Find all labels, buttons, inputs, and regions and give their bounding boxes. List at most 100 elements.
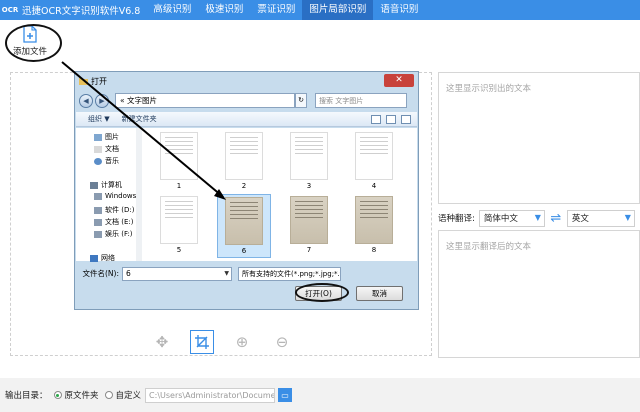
nav-item-windows[interactable]: Windows — [94, 192, 136, 200]
app-title: 迅捷OCR文字识别软件V6.8 — [22, 6, 141, 17]
refresh-icon[interactable]: ↻ — [295, 93, 307, 108]
output-path-input[interactable]: C:\Users\Administrator\Documents — [145, 387, 276, 403]
nav-item-drive-f[interactable]: 娱乐 (F:) — [94, 229, 133, 239]
nav-label: Windows — [105, 192, 137, 200]
nav-item-drive-d[interactable]: 软件 (D:) — [94, 205, 134, 215]
translated-text-pane[interactable]: 这里显示翻译后的文本 — [438, 230, 640, 358]
source-language-value: 简体中文 — [483, 214, 518, 224]
tab-voice[interactable]: 语音识别 — [373, 0, 425, 20]
nav-label: 网络 — [101, 254, 115, 262]
nav-label: 计算机 — [101, 181, 122, 189]
highlight-circle-open-button — [295, 283, 349, 302]
help-icon[interactable] — [401, 114, 411, 124]
output-bar: 输出目录： 原文件夹 自定义 C:\Users\Administrator\Do… — [0, 378, 640, 412]
highlight-circle-add-file — [5, 24, 62, 62]
dialog-title: 打开 — [91, 76, 107, 86]
app-window: OCR 迅捷OCR文字识别软件V6.8 高级识别 极速识别 票证识别 图片局部识… — [0, 0, 640, 412]
nav-scrollbar[interactable] — [136, 128, 142, 261]
folder-icon — [79, 78, 88, 85]
nav-label: 软件 (D:) — [105, 206, 135, 214]
filename-label: 文件名(N): — [82, 269, 120, 278]
image-tools: ✥ ⊕ ⊖ — [150, 330, 294, 354]
drive-icon — [94, 206, 102, 214]
radio-custom-folder[interactable] — [104, 391, 113, 399]
recognized-text-pane[interactable]: 这里显示识别出的文本 — [438, 72, 640, 204]
back-icon[interactable]: ◀ — [79, 93, 93, 108]
document-thumbnail-icon — [160, 196, 198, 244]
tab-ticket[interactable]: 票证识别 — [250, 0, 302, 20]
file-name: 5 — [176, 246, 182, 254]
swap-languages-icon[interactable]: ⇌ — [545, 211, 567, 226]
option-original-label: 原文件夹 — [64, 391, 99, 401]
document-thumbnail-icon — [290, 132, 328, 180]
file-name: 3 — [306, 182, 312, 190]
forward-icon[interactable]: ▶ — [95, 93, 109, 108]
search-placeholder: 搜索 文字图片 — [319, 96, 364, 105]
view-mode-icon[interactable] — [371, 114, 381, 124]
nav-label: 图片 — [105, 133, 119, 141]
search-input[interactable]: 搜索 文字图片 — [315, 93, 407, 108]
radio-original-folder[interactable] — [53, 391, 62, 399]
drive-icon — [94, 192, 102, 200]
file-thumbnail[interactable]: 8 — [349, 196, 399, 254]
chevron-down-icon: ▼ — [624, 212, 631, 222]
preview-pane-icon[interactable] — [386, 114, 396, 124]
nav-item-drive-e[interactable]: 文档 (E:) — [94, 217, 133, 227]
translated-placeholder: 这里显示翻译后的文本 — [446, 242, 532, 252]
nav-item-documents[interactable]: 文档 — [94, 144, 119, 154]
address-path: « 文字图片 — [120, 96, 157, 105]
file-thumbnail[interactable]: 3 — [284, 132, 334, 190]
drive-icon — [94, 230, 102, 238]
folder-icon[interactable]: ▭ — [278, 388, 293, 402]
tab-image-partial[interactable]: 图片局部识别 — [302, 0, 374, 20]
file-name: 7 — [306, 246, 312, 254]
file-thumbnail[interactable]: 5 — [154, 196, 204, 254]
nav-item-pictures[interactable]: 图片 — [94, 132, 119, 142]
file-thumbnail[interactable]: 4 — [349, 132, 399, 190]
dialog-body: 图片 文档 音乐 计算机 Windows 软件 (D:) 文档 (E:) 娱乐 … — [76, 128, 417, 263]
file-thumbnail-selected[interactable]: 6 — [217, 194, 271, 258]
photo-thumbnail-icon — [225, 197, 263, 245]
nav-item-computer[interactable]: 计算机 — [90, 180, 122, 190]
address-bar[interactable]: « 文字图片 — [115, 93, 295, 108]
translate-row: 语种翻译: 简体中文 ▼ ⇌ 英文 ▼ — [438, 208, 640, 228]
file-name: 4 — [371, 182, 377, 190]
filename-row: 文件名(N): 6 ▼ 所有支持的文件(*.png;*.jpg;*.t — [79, 266, 414, 281]
file-thumbnail[interactable]: 7 — [284, 196, 334, 254]
output-label: 输出目录： — [5, 391, 48, 401]
source-language-select[interactable]: 简体中文 ▼ — [478, 209, 545, 227]
mode-tabs: 高级识别 极速识别 票证识别 图片局部识别 语音识别 — [146, 0, 425, 20]
tab-fast[interactable]: 极速识别 — [198, 0, 250, 20]
network-icon — [90, 254, 98, 262]
move-icon[interactable]: ✥ — [150, 330, 174, 354]
file-thumbnail[interactable]: 2 — [219, 132, 269, 190]
computer-icon — [90, 181, 98, 189]
title-bar: OCR 迅捷OCR文字识别软件V6.8 高级识别 极速识别 票证识别 图片局部识… — [0, 0, 640, 20]
file-thumbnail[interactable]: 1 — [154, 132, 204, 190]
nav-item-music[interactable]: 音乐 — [94, 156, 119, 166]
cancel-button[interactable]: 取消 — [356, 286, 403, 301]
drive-icon — [94, 218, 102, 226]
address-row: ◀ ▶ « 文字图片 ↻ 搜索 文字图片 — [79, 92, 414, 109]
target-language-select[interactable]: 英文 ▼ — [566, 209, 635, 227]
recognized-placeholder: 这里显示识别出的文本 — [446, 84, 532, 94]
open-file-dialog: 打开 ✕ ◀ ▶ « 文字图片 ↻ 搜索 文字图片 组织 ▼ 新建文件夹 图片 … — [74, 71, 419, 310]
organize-menu[interactable]: 组织 ▼ — [88, 114, 110, 124]
close-icon[interactable]: ✕ — [384, 74, 414, 87]
document-thumbnail-icon — [160, 132, 198, 180]
target-language-value: 英文 — [571, 214, 589, 224]
nav-item-network[interactable]: 网络 — [90, 253, 115, 263]
view-controls — [371, 114, 411, 124]
zoom-in-icon[interactable]: ⊕ — [230, 330, 254, 354]
new-folder-button[interactable]: 新建文件夹 — [122, 114, 157, 124]
filename-input[interactable]: 6 ▼ — [122, 266, 232, 281]
file-thumbnails: 1 2 3 4 5 6 7 8 — [143, 128, 417, 261]
tab-advanced[interactable]: 高级识别 — [146, 0, 198, 20]
nav-label: 音乐 — [105, 157, 119, 165]
zoom-out-icon[interactable]: ⊖ — [270, 330, 294, 354]
crop-icon[interactable] — [190, 330, 214, 354]
filetype-select[interactable]: 所有支持的文件(*.png;*.jpg;*.t — [238, 266, 341, 281]
photo-thumbnail-icon — [355, 196, 393, 244]
documents-icon — [94, 145, 102, 153]
logo-text: OCR — [1, 5, 19, 14]
